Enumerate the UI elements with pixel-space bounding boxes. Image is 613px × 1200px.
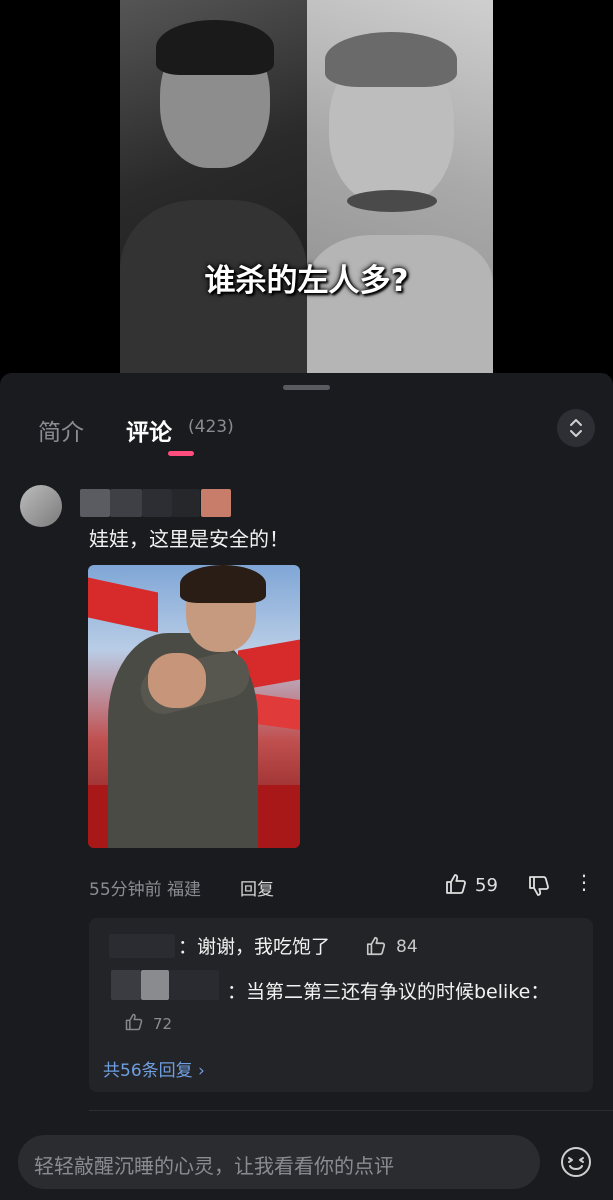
more-options-icon[interactable]: ⋮ [574,872,594,892]
thumbs-up-icon[interactable] [444,872,468,896]
tab-intro[interactable]: 简介 [38,413,84,447]
comment-text: 娃娃，这里是安全的！ [89,527,289,551]
expand-toggle-button[interactable] [557,409,595,447]
comment-time-location: 55分钟前 福建 [89,880,202,900]
divider [89,1110,613,1111]
comments-count: (423) [188,417,234,437]
thumbs-up-icon[interactable] [124,1012,144,1032]
reply-like-count: 72 [153,1015,173,1033]
reply-button[interactable]: 回复 [240,875,274,900]
reply-text: ：谢谢，我吃饱了 [178,936,331,958]
chevron-updown-icon [570,419,582,437]
avatar[interactable] [20,485,62,527]
reply-text: ：当第二第三还有争议的时候belike： [227,981,550,1003]
view-more-replies-link[interactable]: 共56条回复 › [103,1056,205,1081]
comment-sheet: 简介 评论 (423) 娃娃，这里是安全的！ 55分钟前 福建 回复 59 ⋮ … [0,373,613,1200]
reply-username[interactable] [111,970,221,1010]
emoji-icon[interactable] [559,1145,593,1179]
video-frame[interactable]: 谁杀的左人多? [0,0,613,373]
thumbs-down-icon[interactable] [527,874,551,898]
replies-box: ：谢谢，我吃饱了 84 ：当第二第三还有争议的时候belike： 72 共56条… [89,918,593,1092]
right-portrait-photo [307,0,493,373]
comment-input[interactable]: 轻轻敲醒沉睡的心灵，让我看看你的点评 [18,1135,540,1189]
tab-comments[interactable]: 评论 [126,413,172,447]
comment-image[interactable] [88,565,300,848]
video-caption: 谁杀的左人多? [204,263,409,299]
left-portrait-photo [120,0,307,373]
comment-input-placeholder: 轻轻敲醒沉睡的心灵，让我看看你的点评 [34,1154,394,1178]
username[interactable] [80,489,265,519]
active-tab-indicator [168,451,194,456]
reply-username[interactable] [109,934,175,958]
like-count: 59 [475,875,498,896]
drag-handle[interactable] [283,385,330,390]
reply-like-count: 84 [396,937,418,957]
thumbs-up-icon[interactable] [365,935,387,957]
